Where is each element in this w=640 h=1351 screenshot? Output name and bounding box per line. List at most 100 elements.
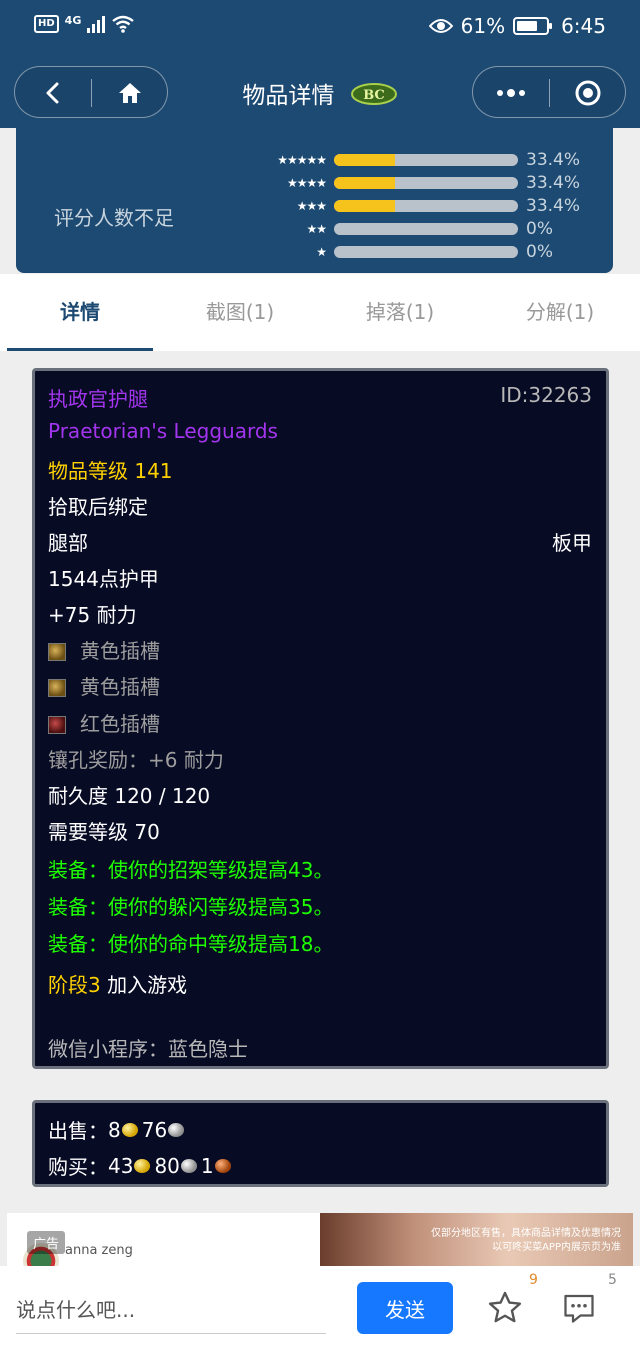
yellow-socket-icon <box>48 643 66 661</box>
battery-icon <box>513 17 553 35</box>
phase-text: 加入游戏 <box>100 973 188 997</box>
ad-caption: 仅部分地区有售，具体商品详情及优惠情况 以可咚买菜APP内展示页为准 <box>431 1227 621 1255</box>
rating-stars: ★★★★ <box>286 176 327 190</box>
ad-caption-line: 以可咚买菜APP内展示页为准 <box>492 1242 621 1253</box>
phase-label: 阶段3 <box>48 973 101 997</box>
nav-capsule-right <box>472 66 626 118</box>
tab-screenshots[interactable]: 截图(1) <box>160 296 320 325</box>
svg-text:BC: BC <box>363 88 385 103</box>
active-tab-indicator <box>7 348 153 351</box>
tab-disenchant[interactable]: 分解(1) <box>480 296 640 325</box>
ad-label[interactable]: 广告 <box>27 1231 66 1254</box>
close-miniprogram-button[interactable] <box>550 67 626 119</box>
silver-coin-icon <box>168 1122 185 1137</box>
rating-row: ★★★★★ 33.4% <box>246 150 580 170</box>
equip-effect: 装备：使你的躲闪等级提高35。 <box>48 895 334 919</box>
socket-label: 黄色插槽 <box>80 675 160 699</box>
rating-bar <box>334 223 518 235</box>
silver-coin-icon <box>180 1158 197 1173</box>
rating-row: ★★ 0% <box>246 219 553 239</box>
rating-stars: ★★★ <box>296 199 327 213</box>
yellow-socket-icon <box>48 679 66 697</box>
item-id: ID:32263 <box>500 383 592 407</box>
rating-stars: ★ <box>316 245 327 259</box>
price-box: 出售： 8 76 购买： 43 80 1 <box>32 1100 609 1187</box>
sell-silver: 76 <box>141 1117 168 1142</box>
rating-bar-fill <box>334 200 396 212</box>
more-button[interactable] <box>473 67 549 119</box>
socket-row: 红色插槽 <box>48 708 160 737</box>
favorites-count: 9 <box>529 1272 538 1288</box>
rating-stars: ★★ <box>306 222 327 236</box>
item-armor-type: 板甲 <box>552 531 592 555</box>
socket-row: 黄色插槽 <box>48 635 160 664</box>
item-name-en: Praetorian's Legguards <box>48 419 278 443</box>
rating-stars: ★★★★★ <box>277 153 327 167</box>
rating-percent: 33.4% <box>526 196 581 216</box>
rating-percent: 0% <box>526 242 553 262</box>
hd-indicator: HD <box>34 15 59 33</box>
rating-percent: 33.4% <box>526 150 581 170</box>
send-button[interactable]: 发送 <box>357 1282 453 1334</box>
eye-icon <box>428 19 453 33</box>
battery-percent: 61% <box>460 14 506 38</box>
target-icon <box>575 80 601 106</box>
bc-logo: BC <box>350 82 398 112</box>
rating-row: ★★★★ 33.4% <box>246 173 580 193</box>
rating-row: ★★★ 33.4% <box>246 196 580 216</box>
rating-percent: 0% <box>526 219 553 239</box>
rating-bar <box>334 177 518 189</box>
gold-coin-icon <box>121 1122 138 1137</box>
rating-bar-fill <box>334 177 396 189</box>
rating-bar <box>334 200 518 212</box>
rating-panel: 评分人数不足 ★★★★★ 33.4% ★★★★ 33.4% ★★★ 33.4% ★★ 0% ★ 0… <box>16 128 613 273</box>
ad-caption-line: 仅部分地区有售，具体商品详情及优惠情况 <box>431 1228 621 1239</box>
gold-coin-icon <box>134 1158 151 1173</box>
item-slot: 腿部 <box>48 531 88 555</box>
tab-details[interactable]: 详情 <box>0 296 160 325</box>
ad-user: anna zeng <box>65 1243 133 1258</box>
socket-label: 黄色插槽 <box>80 639 160 663</box>
tab-drops[interactable]: 掉落(1) <box>320 296 480 325</box>
buy-copper: 1 <box>200 1153 214 1178</box>
item-armor: 1544点护甲 <box>48 567 159 591</box>
status-bar: HD 4G 61% 6:45 <box>0 0 640 56</box>
sell-label: 出售： <box>48 1119 108 1143</box>
page-title-text: 物品详情 <box>242 83 335 109</box>
ad-image[interactable]: 仅部分地区有售，具体商品详情及优惠情况 以可咚买菜APP内展示页为准 <box>320 1213 633 1273</box>
item-level: 物品等级 141 <box>48 459 173 483</box>
ad-banner[interactable]: 广告 anna zeng 仅部分地区有售，具体商品详情及优惠情况 以可咚买菜AP… <box>7 1213 633 1273</box>
item-phase: 阶段3 加入游戏 <box>48 969 187 998</box>
rating-bar <box>334 246 518 258</box>
sell-price: 出售： 8 76 <box>48 1115 188 1144</box>
item-stamina: +75 耐力 <box>48 603 137 627</box>
comments-count: 5 <box>608 1272 617 1288</box>
socket-bonus: 镶孔奖励：+6 耐力 <box>48 748 224 772</box>
star-icon <box>488 1291 522 1323</box>
item-tooltip: 执政官护腿 ID:32263 Praetorian's Legguards 物品… <box>32 368 609 1069</box>
clock: 6:45 <box>561 14 606 38</box>
red-socket-icon <box>48 716 66 734</box>
comment-icon <box>564 1294 594 1323</box>
item-durability: 耐久度 120 / 120 <box>48 784 211 808</box>
nav-bar: 物品详情 BC <box>0 56 640 128</box>
rating-bar <box>334 154 518 166</box>
comment-bar: 发送 9 5 <box>0 1266 640 1351</box>
copper-coin-icon <box>214 1158 231 1173</box>
favorite-button[interactable] <box>485 1288 525 1328</box>
tooltip-footer: 微信小程序：蓝色隐士 <box>48 1037 248 1061</box>
comments-button[interactable] <box>559 1288 599 1328</box>
rating-note: 评分人数不足 <box>54 206 174 230</box>
socket-label: 红色插槽 <box>80 712 160 736</box>
network-type: 4G <box>64 13 82 27</box>
buy-silver: 80 <box>154 1153 180 1178</box>
more-dots-icon <box>497 89 525 97</box>
buy-label: 购买： <box>48 1155 108 1179</box>
rating-row: ★ 0% <box>246 242 553 262</box>
comment-input[interactable] <box>16 1286 326 1334</box>
equip-effect: 装备：使你的命中等级提高18。 <box>48 932 334 956</box>
wifi-icon <box>112 15 135 33</box>
item-bind: 拾取后绑定 <box>48 495 148 519</box>
buy-gold: 43 <box>108 1153 134 1178</box>
buy-price: 购买： 43 80 1 <box>48 1151 235 1180</box>
